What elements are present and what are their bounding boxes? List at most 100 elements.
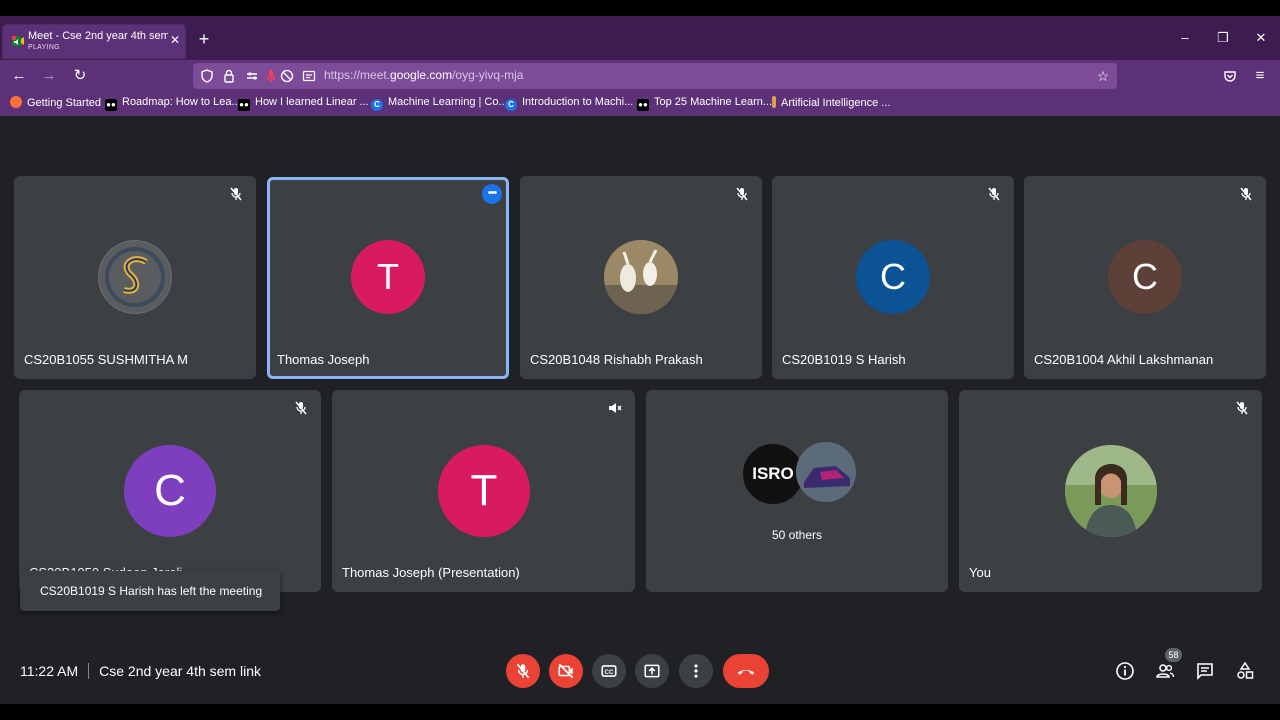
more-options-button[interactable]	[679, 654, 713, 688]
avatar: T	[351, 240, 425, 314]
address-bar[interactable]: https://meet.google.com/oyg-yivq-mja ☆	[193, 63, 1117, 89]
forward-icon[interactable]: →	[41, 68, 57, 84]
others-tile[interactable]: ISRO 50 others	[646, 390, 948, 592]
mic-off-icon	[736, 187, 748, 201]
coursera-icon: C	[371, 99, 383, 111]
mic-off-icon	[1240, 187, 1252, 201]
bookmark-item[interactable]: ●● Top 25 Machine Learn...	[637, 96, 772, 112]
bookmarks-bar: Getting Started ●● Roadmap: How to Lea...…	[0, 94, 1280, 114]
restore-button[interactable]: ❐	[1215, 30, 1231, 46]
avatar-logo	[98, 240, 172, 314]
site-icon	[772, 96, 776, 108]
pocket-icon[interactable]	[1222, 68, 1238, 84]
bookmark-item[interactable]: ●● Roadmap: How to Lea...	[105, 96, 241, 112]
people-icon[interactable]	[1155, 661, 1175, 681]
back-icon[interactable]: ←	[11, 68, 27, 84]
s-logo-icon	[99, 241, 171, 313]
camera-off-icon	[558, 663, 574, 679]
bookmark-star-icon[interactable]: ☆	[1095, 68, 1111, 84]
participant-tile[interactable]: T Thomas Joseph (Presentation)	[332, 390, 635, 592]
leave-call-button[interactable]	[723, 654, 769, 688]
shield-icon[interactable]	[199, 68, 215, 84]
notification-toast: CS20B1019 S Harish has left the meeting	[20, 571, 280, 611]
meeting-info: 11:22 AM Cse 2nd year 4th sem link	[20, 663, 261, 679]
participant-tile[interactable]: CS20B1048 Rishabh Prakash	[520, 176, 762, 379]
meeting-details-icon[interactable]	[1115, 661, 1135, 681]
bookmark-item[interactable]: Getting Started	[10, 96, 101, 112]
url-text: https://meet.google.com/oyg-yivq-mja	[324, 68, 524, 82]
navigation-bar: ← → ↻ https://meet.google.com/oyg-yivq-m…	[0, 60, 1280, 92]
reload-icon[interactable]: ↻	[72, 68, 88, 84]
svg-text:CC: CC	[605, 669, 614, 676]
tab-close-icon[interactable]: ✕	[168, 33, 182, 47]
participant-name: CS20B1004 Akhil Lakshmanan	[1034, 352, 1214, 367]
new-tab-button[interactable]: +	[196, 30, 212, 48]
page-info-icon[interactable]	[301, 68, 317, 84]
bookmark-item[interactable]: ●● How I learned Linear ...	[238, 96, 369, 112]
avatar: C	[1108, 240, 1182, 314]
coursera-icon: C	[505, 99, 517, 111]
avatar: C	[124, 445, 216, 537]
camera-blocked-icon[interactable]	[279, 68, 295, 84]
participant-name: Thomas Joseph (Presentation)	[342, 565, 520, 580]
tab-title: Meet - Cse 2nd year 4th sem link	[28, 30, 168, 42]
medium-icon: ●●	[637, 99, 649, 111]
mic-off-icon	[988, 187, 1000, 201]
letterbox-bottom	[0, 704, 1280, 720]
captions-button[interactable]: CC	[592, 654, 626, 688]
tab-meet[interactable]: Meet - Cse 2nd year 4th sem link PLAYING…	[3, 25, 185, 58]
participant-tile[interactable]: CS20B1055 SUSHMITHA M	[14, 176, 256, 379]
firefox-icon	[10, 96, 22, 108]
camera-toggle-button[interactable]	[549, 654, 583, 688]
minimize-button[interactable]: –	[1177, 30, 1193, 46]
participant-tile[interactable]: C CS20B1050 Sudeep Jarali	[19, 390, 321, 592]
bookmark-item[interactable]: C Introduction to Machi...	[505, 96, 633, 112]
self-tile[interactable]: You	[959, 390, 1262, 592]
participant-name: CS20B1019 S Harish	[782, 352, 906, 367]
avatar: T	[438, 445, 530, 537]
activities-icon[interactable]	[1235, 661, 1255, 681]
divider	[88, 663, 90, 679]
chat-icon[interactable]	[1195, 661, 1215, 681]
speaker-muted-icon	[609, 403, 622, 413]
bookmark-item[interactable]: C Machine Learning | Co...	[371, 96, 508, 112]
participant-name: Thomas Joseph	[277, 352, 370, 367]
bookmark-item[interactable]: Artificial Intelligence ...	[772, 96, 890, 112]
lock-icon[interactable]	[221, 68, 237, 84]
mic-off-icon	[1236, 401, 1248, 415]
avatar-photo	[604, 240, 678, 314]
microphone-active-icon[interactable]	[263, 68, 279, 84]
more-vert-icon	[694, 664, 698, 678]
participant-count-badge: 58	[1165, 648, 1182, 662]
avatar: C	[856, 240, 930, 314]
present-screen-button[interactable]	[635, 654, 669, 688]
medium-icon: ●●	[105, 99, 117, 111]
close-window-button[interactable]: ✕	[1253, 30, 1269, 46]
mic-toggle-button[interactable]	[506, 654, 540, 688]
participant-name: CS20B1048 Rishabh Prakash	[530, 352, 703, 367]
participant-tile[interactable]: C CS20B1019 S Harish	[772, 176, 1014, 379]
letterbox-top	[0, 0, 1280, 16]
others-count: 50 others	[771, 528, 823, 542]
present-icon	[644, 664, 660, 678]
participant-tile-active[interactable]: ••• T Thomas Joseph	[267, 177, 509, 379]
birds-photo-icon	[604, 240, 678, 314]
mic-off-icon	[516, 663, 530, 679]
car-photo-icon	[796, 442, 856, 502]
permissions-icon[interactable]	[245, 68, 261, 84]
avatar-photo	[796, 442, 856, 502]
participant-tile[interactable]: C CS20B1004 Akhil Lakshmanan	[1024, 176, 1266, 379]
meeting-time: 11:22 AM	[20, 663, 79, 679]
more-options-button[interactable]: •••	[482, 184, 502, 204]
menu-icon[interactable]: ≡	[1252, 68, 1268, 84]
avatar-photo	[1065, 445, 1157, 537]
captions-icon: CC	[601, 665, 617, 677]
participant-name: You	[969, 565, 991, 580]
speaker-icon	[12, 36, 24, 46]
meet-main: CS20B1055 SUSHMITHA M ••• T Thomas Josep…	[0, 116, 1280, 704]
participant-name: CS20B1055 SUSHMITHA M	[24, 352, 189, 367]
meeting-title: Cse 2nd year 4th sem link	[99, 663, 261, 679]
hang-up-icon	[737, 670, 755, 675]
mic-off-icon	[295, 401, 307, 415]
tab-strip: Meet - Cse 2nd year 4th sem link PLAYING…	[0, 16, 1280, 60]
